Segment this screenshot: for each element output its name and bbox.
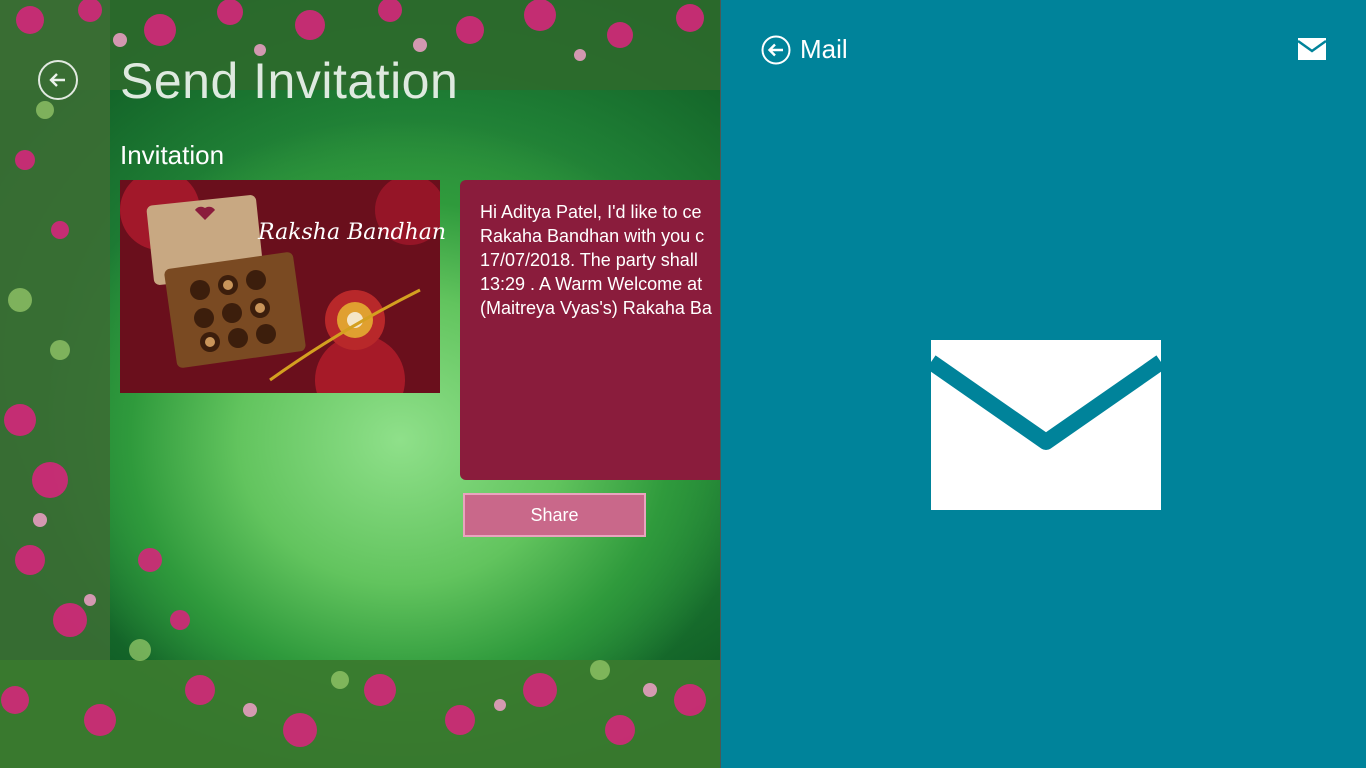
mail-back-icon[interactable]: [761, 35, 791, 65]
invitation-message-box[interactable]: Hi Aditya Patel, I'd like to ce Rakaha B…: [460, 180, 720, 480]
section-label: Invitation: [120, 140, 225, 170]
card-caption: Raksha Bandhan: [258, 220, 447, 245]
invitation-message-text: Hi Aditya Patel, I'd like to ce Rakaha B…: [480, 202, 712, 318]
mail-title: Mail: [800, 34, 848, 64]
mail-app-icon: [1298, 38, 1326, 60]
share-button[interactable]: Share: [463, 493, 646, 537]
invitation-app: Send Invitation Invitation Raksha Bandha…: [0, 0, 720, 768]
back-arrow-icon: [49, 73, 65, 87]
page-title: Send Invitation: [120, 53, 459, 109]
back-button[interactable]: [38, 60, 78, 100]
mail-envelope-icon: [931, 340, 1161, 510]
mail-charm-pane: Mail: [720, 0, 1366, 768]
raksha-bandhan-card-image: [120, 180, 440, 393]
